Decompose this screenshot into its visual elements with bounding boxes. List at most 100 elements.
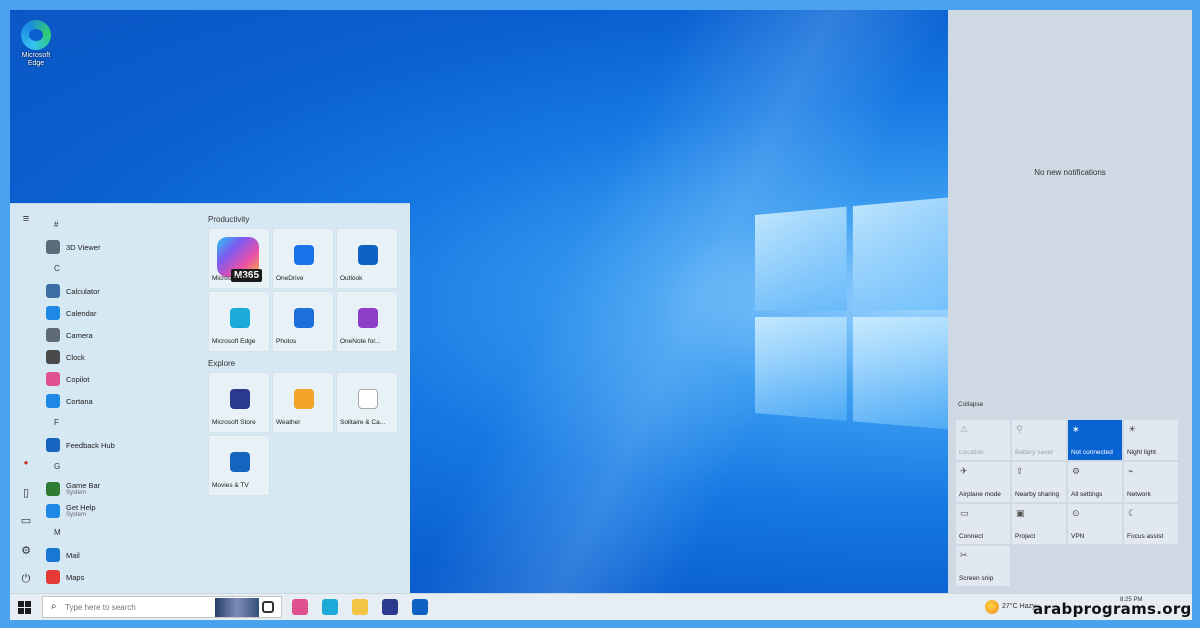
app-name: Clock [66, 352, 85, 362]
quick-action-label: Project [1015, 533, 1036, 540]
quick-action-button[interactable]: ⚲ Battery saver [1012, 420, 1066, 460]
no-notifications-text: No new notifications [1034, 168, 1106, 177]
app-list-letter[interactable]: F [46, 412, 206, 434]
app-list-item[interactable]: Get Help System [46, 500, 206, 522]
task-view-icon[interactable] [262, 601, 274, 613]
documents-icon[interactable]: ▯ [19, 486, 33, 500]
nearby-sharing-icon: ⇪ [1016, 466, 1024, 476]
battery-saver-icon: ⚲ [1016, 424, 1023, 434]
tile-label: Weather [276, 419, 301, 426]
app-list-item[interactable]: Game Bar System [46, 478, 206, 500]
app-list-item[interactable]: Maps [46, 566, 206, 588]
quick-action-button[interactable]: ⚠ Location [956, 420, 1010, 460]
quick-action-button[interactable]: ▣ Project [1012, 504, 1066, 544]
start-button[interactable] [18, 601, 31, 614]
app-list-item[interactable]: Cortana [46, 390, 206, 412]
pinned-tile[interactable]: Weather [272, 372, 334, 433]
pinned-tile[interactable]: M365 Microsoft 365 [208, 228, 270, 289]
taskbar: ⌕ 27°C Hazy 8:25 PM [10, 593, 1192, 620]
user-icon[interactable]: ● [19, 456, 33, 470]
file-explorer-icon[interactable] [352, 599, 368, 615]
quick-action-button[interactable]: ✂ Screen snip [956, 546, 1010, 586]
pinned-tile[interactable]: OneDrive [272, 228, 334, 289]
app-name: Mail [66, 550, 80, 560]
weather-text[interactable]: 27°C Hazy [1002, 603, 1036, 610]
tile-label: OneNote for... [340, 338, 381, 345]
pinned-tile[interactable]: OneNote for... [336, 291, 398, 352]
app-list-item[interactable]: Feedback Hub [46, 434, 206, 456]
quick-action-label: Nearby sharing [1015, 491, 1060, 498]
app-list-letter[interactable]: G [46, 456, 206, 478]
quick-action-button[interactable]: ✈ Airplane mode [956, 462, 1010, 502]
settings-icon[interactable]: ⚙ [19, 544, 33, 558]
app-name: Get Help [66, 503, 96, 512]
quick-action-button[interactable]: ▭ Connect [956, 504, 1010, 544]
app-list-letter[interactable]: # [46, 214, 206, 236]
maps-icon [46, 570, 60, 584]
night-light-icon: ☀ [1128, 424, 1137, 434]
quick-action-button[interactable]: ☀ Night light [1124, 420, 1178, 460]
search-highlight-image [215, 598, 259, 617]
tile-label: Microsoft Store [212, 419, 256, 426]
store-icon[interactable] [382, 599, 398, 615]
power-icon[interactable]: ⏻ [19, 572, 33, 586]
copilot-icon[interactable] [292, 599, 308, 615]
mail-icon [46, 548, 60, 562]
quick-action-label: VPN [1071, 533, 1085, 540]
quick-action-button[interactable]: ⇪ Nearby sharing [1012, 462, 1066, 502]
app-name: Calculator [66, 286, 100, 296]
quick-action-button[interactable]: ⌁ Network [1124, 462, 1178, 502]
pinned-tile[interactable]: Outlook [336, 228, 398, 289]
search-input[interactable] [65, 600, 215, 615]
screen-snip-icon: ✂ [960, 550, 968, 560]
section-title: Explore [208, 359, 236, 368]
app-list-letter[interactable]: M [46, 522, 206, 544]
quick-action-label: All settings [1071, 491, 1103, 498]
project-icon: ▣ [1016, 508, 1025, 518]
weather-icon[interactable] [985, 600, 999, 614]
bluetooth-icon: ∗ [1072, 424, 1080, 434]
app-name: Feedback Hub [66, 440, 115, 450]
quick-action-button[interactable]: ⊙ VPN [1068, 504, 1122, 544]
pinned-tile[interactable]: Microsoft Edge [208, 291, 270, 352]
tile-label: Microsoft Edge [212, 338, 256, 345]
app-list-item[interactable]: Camera [46, 324, 206, 346]
calculator-icon [46, 284, 60, 298]
app-name: Calendar [66, 308, 97, 318]
app-list-item[interactable]: Calculator [46, 280, 206, 302]
pinned-tile[interactable]: Solitaire & Ca... [336, 372, 398, 433]
start-rail: ≡ ● ▯ ▭ ⚙ ⏻ [10, 204, 42, 598]
app-list-item[interactable]: Mail [46, 544, 206, 566]
copilot-icon [46, 372, 60, 386]
pinned-tiles: Productivity M365 Microsoft 365 OneDrive Out… [208, 212, 408, 500]
quick-action-label: Location [959, 449, 984, 456]
app-list-item[interactable]: 3D Viewer [46, 236, 206, 258]
edge-icon[interactable] [322, 599, 338, 615]
pinned-tile[interactable]: Microsoft Store [208, 372, 270, 433]
app-name: Camera [66, 330, 93, 340]
onenote-icon [358, 308, 378, 328]
pinned-tile[interactable]: Movies & TV [208, 435, 270, 496]
location-icon: ⚠ [960, 424, 969, 434]
wallpaper-windows-logo [755, 195, 977, 440]
quick-action-button[interactable]: ⚙ All settings [1068, 462, 1122, 502]
camera-icon [46, 328, 60, 342]
app-list-item[interactable]: Clock [46, 346, 206, 368]
network-icon: ⌁ [1128, 466, 1134, 476]
outlook-icon[interactable] [412, 599, 428, 615]
focus-assist-icon: ☾ [1128, 508, 1137, 518]
quick-action-button[interactable]: ∗ Not connected [1068, 420, 1122, 460]
search-box[interactable]: ⌕ [42, 596, 282, 618]
hamburger-icon[interactable]: ≡ [19, 212, 33, 226]
app-list-letter[interactable]: C [46, 258, 206, 280]
action-center: No new notifications Collapse ⚠ Location ⚲… [948, 10, 1192, 593]
collapse-link[interactable]: Collapse [958, 401, 983, 408]
desktop-icon-edge[interactable]: Microsoft Edge [16, 20, 56, 68]
calendar-icon [46, 306, 60, 320]
pinned-tile[interactable]: Photos [272, 291, 334, 352]
app-list-item[interactable]: Copilot [46, 368, 206, 390]
pictures-icon[interactable]: ▭ [19, 514, 33, 528]
quick-action-button[interactable]: ☾ Focus assist [1124, 504, 1178, 544]
app-list-item[interactable]: Calendar [46, 302, 206, 324]
tile-grid: M365 Microsoft 365 OneDrive Outlook Microsof… [208, 228, 408, 352]
